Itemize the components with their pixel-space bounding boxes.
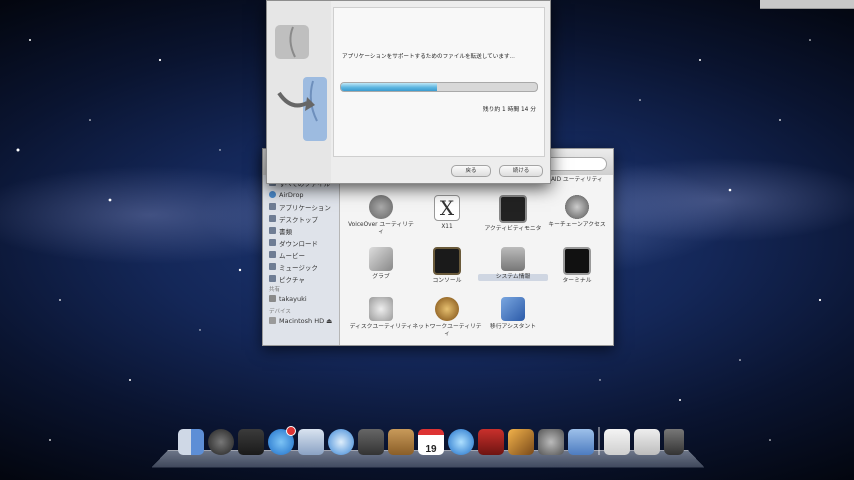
documents-stack-icon[interactable] [604, 429, 630, 455]
trash-icon[interactable] [664, 429, 684, 455]
back-button[interactable]: 戻る [451, 165, 491, 177]
app-store-icon[interactable] [268, 426, 296, 455]
finder-content: RAID ユーティリティ VoiceOver ユーティリティ X X11 アクテ… [340, 175, 613, 345]
facetime-icon[interactable] [358, 429, 384, 455]
app-keychain-access[interactable]: キーチェーンアクセス [542, 195, 612, 229]
sidebar-item-music[interactable]: ミュージック [269, 261, 318, 272]
photo-booth-icon[interactable] [478, 429, 504, 455]
utilities-folder-icon[interactable] [568, 429, 594, 455]
system-preferences-icon[interactable] [538, 429, 564, 455]
airdrop-icon [269, 191, 276, 198]
dock-separator [598, 427, 600, 455]
activity-monitor-icon [499, 195, 527, 223]
app-activity-monitor[interactable]: アクティビティモニタ [478, 195, 548, 233]
voiceover-icon [369, 195, 393, 219]
address-book-icon[interactable] [388, 429, 414, 455]
progress-fill [341, 83, 438, 91]
app-migration-assistant[interactable]: 移行アシスタント [478, 297, 548, 331]
iphoto-icon[interactable] [508, 429, 534, 455]
network-computer-icon [269, 295, 276, 302]
dashboard-icon[interactable] [208, 429, 234, 455]
app-console[interactable]: コンソール [412, 247, 482, 285]
menu-bar-edge [760, 0, 854, 9]
transfer-status-text: アプリケーションをサポートするためのファイルを転送しています... [342, 54, 515, 60]
sidebar-item-desktop[interactable]: デスクトップ [269, 213, 318, 224]
sidebar-item-applications[interactable]: アプリケーション [269, 201, 331, 212]
notification-badge [286, 426, 296, 436]
keychain-icon [565, 195, 589, 219]
migration-assistant-icon [501, 297, 525, 321]
applications-icon [269, 203, 276, 210]
migration-assistant-dialog: アプリケーションをサポートするためのファイルを転送しています... 残り約 1 … [266, 0, 551, 184]
sidebar-header-devices: デバイス [269, 309, 291, 315]
app-voiceover-utility[interactable]: VoiceOver ユーティリティ [346, 195, 416, 236]
app-grab[interactable]: グラブ [346, 247, 416, 281]
downloads-icon [269, 239, 276, 246]
sidebar-item-pictures[interactable]: ピクチャ [269, 273, 305, 284]
sidebar-item-movies[interactable]: ムービー [269, 249, 305, 260]
movies-icon [269, 251, 276, 258]
music-icon [269, 263, 276, 270]
downloads-stack-icon[interactable] [634, 429, 660, 455]
safari-icon[interactable] [328, 429, 354, 455]
disk-utility-icon [369, 297, 393, 321]
sidebar-item-macintosh-hd[interactable]: Macintosh HD ⏏ [269, 315, 332, 326]
time-remaining-text: 残り約 1 時間 14 分 [482, 107, 536, 113]
sidebar-item-airdrop[interactable]: AirDrop [269, 189, 304, 200]
mail-icon[interactable] [298, 429, 324, 455]
app-system-information[interactable]: システム情報 [478, 247, 548, 281]
continue-button[interactable]: 続ける [499, 165, 543, 177]
desktop-icon [269, 215, 276, 222]
system-information-icon [501, 247, 525, 271]
documents-icon [269, 227, 276, 234]
sidebar-item-takayuki[interactable]: takayuki [269, 293, 307, 304]
transfer-progress-bar [340, 82, 538, 92]
x11-icon: X [434, 195, 460, 221]
network-utility-icon [435, 297, 459, 321]
terminal-icon [563, 247, 591, 275]
migration-finder-icon [275, 25, 327, 141]
dialog-content: アプリケーションをサポートするためのファイルを転送しています... 残り約 1 … [333, 7, 545, 157]
dialog-sidebar [267, 1, 331, 183]
itunes-icon[interactable] [448, 429, 474, 455]
sidebar-item-downloads[interactable]: ダウンロード [269, 237, 318, 248]
grab-icon [369, 247, 393, 271]
sidebar-item-documents[interactable]: 書類 [269, 225, 292, 236]
calendar-icon[interactable]: 19 [418, 429, 444, 455]
mission-control-icon[interactable] [238, 429, 264, 455]
app-x11[interactable]: X X11 [412, 195, 482, 231]
app-terminal[interactable]: ターミナル [542, 247, 612, 285]
finder-sidebar: すべてのファイル AirDrop アプリケーション デスクトップ 書類 ダウンロ… [263, 175, 340, 345]
app-disk-utility[interactable]: ディスクユーティリティ [346, 297, 416, 331]
dock: 19 [178, 425, 684, 455]
app-network-utility[interactable]: ネットワークユーティリティ [412, 297, 482, 338]
pictures-icon [269, 275, 276, 282]
sidebar-header-shared: 共有 [269, 287, 281, 293]
finder-icon[interactable] [178, 429, 204, 455]
hard-disk-icon [269, 317, 276, 324]
console-icon [433, 247, 461, 275]
